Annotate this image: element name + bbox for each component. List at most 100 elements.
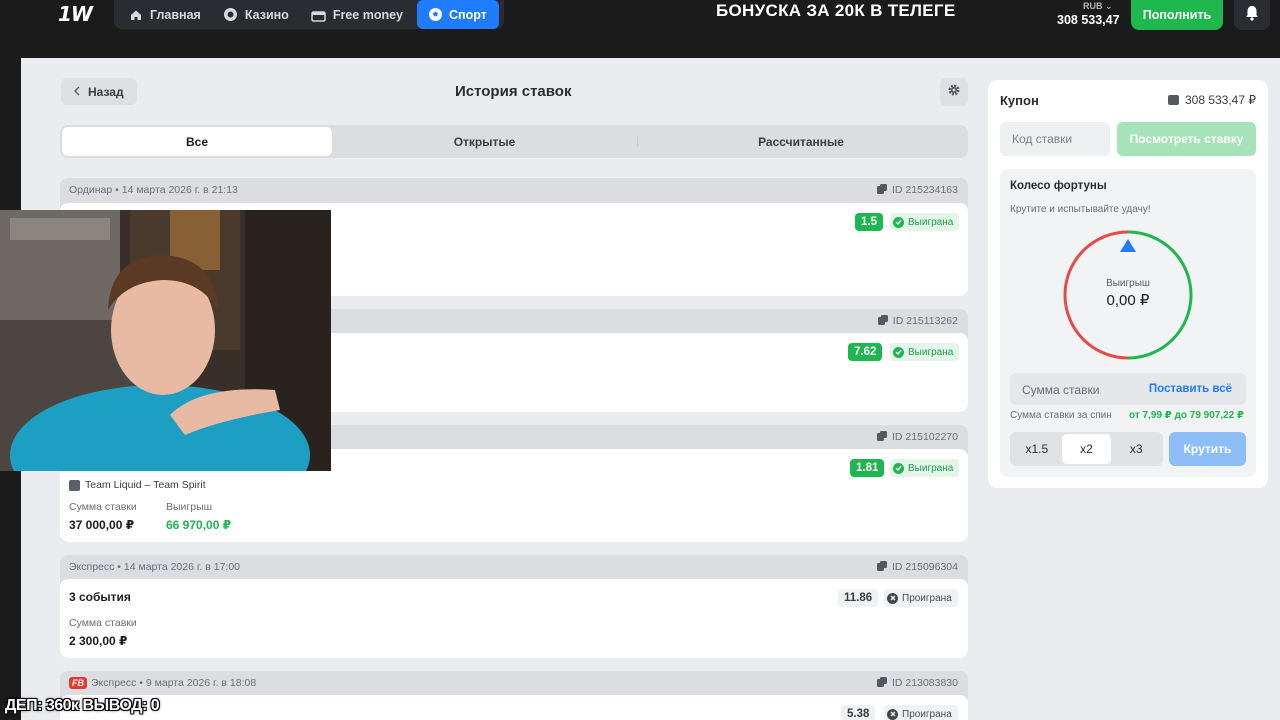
bet-card-header: FB Экспресс • 9 марта 2026 г. в 18:08 ID … — [60, 671, 968, 695]
main-nav: Главная Казино Free money Спорт — [114, 0, 504, 29]
status-label: Проиграна — [902, 708, 952, 720]
bet-meta: Экспресс • 9 марта 2026 г. в 18:08 — [91, 677, 257, 689]
topup-button[interactable]: Пополнить — [1131, 0, 1223, 30]
freebet-badge: FB — [69, 677, 87, 689]
bet-id: ID 215102270 — [892, 431, 958, 443]
chevron-left-icon — [74, 85, 80, 99]
bet-id: ID 215113262 — [892, 315, 958, 327]
nav-item-free-money[interactable]: Free money — [303, 0, 413, 29]
win-value: 66 970,00 ₽ — [166, 518, 232, 532]
stake-value: 37 000,00 ₽ — [69, 518, 135, 532]
balance-currency[interactable]: RUB ⌄ — [1083, 1, 1113, 12]
bet-filter-tabs: Все Открытые Рассчитанные — [60, 125, 968, 158]
status-label: Выиграна — [908, 462, 954, 474]
status-label: Проиграна — [902, 592, 952, 604]
stream-overlay-text: ДЕП: 360к ВЫВОД: 0 — [5, 697, 160, 714]
bet-card-header: Экспресс • 14 марта 2026 г. в 17:00 ID 2… — [60, 555, 968, 579]
home-icon — [128, 7, 144, 23]
win-label: Выигрыш — [166, 501, 213, 513]
tab-settled[interactable]: Рассчитанные — [638, 127, 964, 156]
balance-value: 308 533,47 — [1057, 13, 1120, 27]
spin-stake-placeholder: Сумма ставки — [1022, 383, 1100, 397]
nav-item-label: Главная — [150, 7, 201, 22]
multiplier-x1-5[interactable]: x1.5 — [1012, 434, 1062, 464]
bet-code-input[interactable] — [1000, 122, 1110, 156]
bet-odds: 1.81 — [850, 459, 885, 477]
multiplier-x2[interactable]: x2 — [1061, 434, 1112, 464]
bet-card[interactable]: FB Экспресс • 9 марта 2026 г. в 18:08 ID … — [60, 671, 968, 720]
copy-icon[interactable] — [877, 676, 888, 690]
status-badge: Проиграна — [884, 705, 958, 720]
back-button-label: Назад — [88, 84, 124, 99]
bet-card-header: Ординар • 14 марта 2026 г. в 21:13 ID 21… — [60, 178, 968, 202]
bet-card-body: 5.38 Проиграна — [60, 695, 968, 720]
wheel-title: Колесо фортуны — [1010, 180, 1107, 192]
check-icon — [893, 462, 904, 474]
wheel-subtitle: Крутите и испытывайте удачу! — [1010, 204, 1151, 215]
settings-button[interactable] — [940, 78, 968, 106]
logo[interactable]: 1W — [58, 2, 93, 26]
notifications-button[interactable] — [1234, 0, 1270, 30]
status-label: Выиграна — [908, 346, 954, 358]
copy-icon[interactable] — [877, 430, 888, 444]
wheel-pointer-icon — [1120, 239, 1136, 252]
stake-range-value: от 7,99 ₽ до 79 907,22 ₽ — [1129, 410, 1244, 421]
nav-item-label: Спорт — [449, 7, 487, 22]
view-bet-button[interactable]: Посмотреть ставку — [1117, 122, 1256, 156]
gift-icon — [311, 7, 327, 23]
balance-currency-label: RUB — [1083, 1, 1103, 11]
page-title: История ставок — [455, 83, 572, 100]
nav-item-casino[interactable]: Казино — [215, 0, 299, 29]
nav-item-home[interactable]: Главная — [120, 0, 211, 29]
wheel-win-label: Выигрыш — [1106, 278, 1150, 289]
status-badge: Выиграна — [890, 343, 960, 361]
wheel-win-value: 0,00 ₽ — [1106, 292, 1150, 309]
bet-meta: Ординар • 14 марта 2026 г. в 21:13 — [69, 184, 238, 196]
copy-icon[interactable] — [877, 183, 888, 197]
spin-button[interactable]: Крутить — [1169, 432, 1246, 466]
nav-item-sport[interactable]: Спорт — [417, 0, 499, 29]
cross-icon — [887, 708, 898, 720]
bet-card[interactable]: Экспресс • 14 марта 2026 г. в 17:00 ID 2… — [60, 555, 968, 658]
status-badge: Выиграна — [890, 459, 960, 477]
check-icon — [893, 216, 904, 228]
bet-id: ID 213083830 — [892, 677, 958, 689]
cross-icon — [887, 592, 898, 604]
promo-text: БОНУСКА ЗА 20К В ТЕЛЕГЕ — [716, 1, 956, 20]
top-bar: 1W Главная Казино Free money Спорт БОНУС… — [0, 0, 1280, 58]
casino-chip-icon — [223, 7, 239, 23]
bet-odds: 7.62 — [848, 343, 883, 361]
bet-title: 3 события — [69, 590, 131, 604]
tab-open[interactable]: Открытые — [332, 127, 637, 156]
bet-odds: 1.5 — [855, 213, 883, 231]
bet-id: ID 215096304 — [892, 561, 958, 573]
all-in-button[interactable]: Поставить всё — [1149, 383, 1232, 395]
stake-label: Сумма ставки — [69, 501, 137, 513]
gear-icon — [947, 83, 961, 102]
webcam-overlay — [0, 210, 331, 471]
bell-icon — [1245, 5, 1259, 26]
copy-icon[interactable] — [877, 560, 888, 574]
coupon-balance: 308 533,47 ₽ — [1167, 93, 1256, 107]
match-row: Team Liquid – Team Spirit — [69, 479, 206, 491]
coupon-balance-value: 308 533,47 ₽ — [1184, 93, 1256, 107]
dota-game-icon — [69, 479, 80, 491]
bet-odds: 11.86 — [838, 589, 879, 607]
coupon-panel: Купон 308 533,47 ₽ Посмотреть ставку Кол… — [988, 80, 1268, 488]
stake-value: 2 300,00 ₽ — [69, 634, 128, 648]
coupon-title: Купон — [1000, 93, 1039, 108]
multiplier-x3[interactable]: x3 — [1111, 434, 1161, 464]
spin-stake-input[interactable]: Сумма ставки Поставить всё — [1010, 373, 1246, 405]
bet-meta: Экспресс • 14 марта 2026 г. в 17:00 — [69, 561, 241, 573]
chevron-down-icon: ⌄ — [1105, 1, 1113, 11]
bet-id: ID 215234163 — [892, 184, 958, 196]
check-icon — [893, 346, 904, 358]
match-teams: Team Liquid – Team Spirit — [85, 479, 206, 491]
nav-item-label: Free money — [332, 7, 403, 22]
back-button[interactable]: Назад — [61, 78, 137, 105]
copy-icon[interactable] — [877, 314, 888, 328]
tab-all[interactable]: Все — [62, 127, 332, 156]
soccer-ball-icon — [427, 7, 443, 23]
status-badge: Выиграна — [890, 213, 960, 231]
bet-odds: 5.38 — [841, 705, 876, 720]
